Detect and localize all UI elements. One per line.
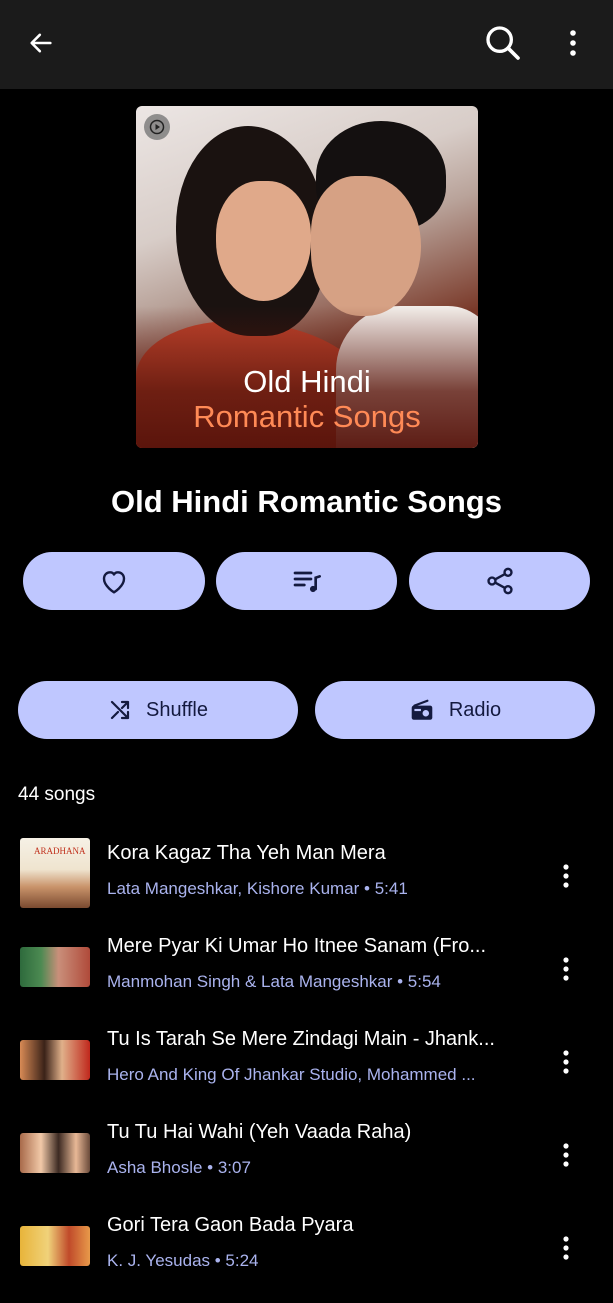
song-subtitle: Lata Mangeshkar, Kishore Kumar • 5:41 [107,879,408,898]
more-vertical-icon[interactable] [551,949,581,989]
song-row[interactable]: Gori Tera Gaon Bada Pyara K. J. Yesudas … [0,1214,613,1294]
song-subtitle: Manmohan Singh & Lata Mangeshkar • 5:54 [107,972,441,991]
radio-button[interactable]: Radio [315,681,595,739]
more-vertical-icon[interactable] [551,1042,581,1082]
song-title: Mere Pyar Ki Umar Ho Itnee Sanam (Fro... [107,935,487,957]
thumb-logo: ARADHANA [34,846,86,856]
radio-icon [411,699,433,720]
cover-art-decoration [311,176,421,316]
song-row[interactable]: Mere Pyar Ki Umar Ho Itnee Sanam (Fro...… [0,935,613,1015]
arrow-left-icon[interactable] [20,22,62,64]
more-vertical-icon[interactable] [551,1228,581,1268]
playlist-cover-art: Old Hindi Romantic Songs [136,106,478,448]
like-button[interactable] [23,552,205,610]
song-title: Tu Is Tarah Se Mere Zindagi Main - Jhank… [107,1028,495,1050]
more-vertical-icon[interactable] [551,1135,581,1175]
song-thumbnail [20,947,90,987]
song-thumbnail [20,1040,90,1080]
song-thumbnail [20,1133,90,1173]
song-row[interactable]: ARADHANA Kora Kagaz Tha Yeh Man Mera Lat… [0,838,613,922]
song-thumbnail [20,1226,90,1266]
share-button[interactable] [409,552,590,610]
song-title: Gori Tera Gaon Bada Pyara [107,1214,354,1236]
add-to-queue-button[interactable] [216,552,397,610]
playlist-title: Old Hindi Romantic Songs [111,484,502,519]
shuffle-icon [110,700,130,720]
shuffle-button[interactable]: Shuffle [18,681,298,739]
song-subtitle: Asha Bhosle • 3:07 [107,1158,251,1177]
song-subtitle: K. J. Yesudas • 5:24 [107,1251,259,1270]
more-vertical-icon[interactable] [551,856,581,896]
cover-title-line1: Old Hindi [243,364,371,399]
song-row[interactable]: Tu Is Tarah Se Mere Zindagi Main - Jhank… [0,1028,613,1108]
share-icon [486,567,513,595]
cover-title-line2: Romantic Songs [193,399,421,434]
song-thumbnail: ARADHANA [20,838,90,908]
top-app-bar [0,0,613,89]
heart-icon [102,571,126,594]
search-icon[interactable] [478,18,528,68]
song-count: 44 songs [18,784,96,805]
playlist-music-icon [293,571,321,593]
radio-label: Radio [448,698,502,721]
cover-art-decoration [216,181,311,301]
song-row[interactable]: Tu Tu Hai Wahi (Yeh Vaada Raha) Asha Bho… [0,1121,613,1201]
more-vertical-icon[interactable] [556,22,590,64]
shuffle-label: Shuffle [146,698,208,721]
song-subtitle: Hero And King Of Jhankar Studio, Mohamme… [107,1065,476,1084]
song-title: Kora Kagaz Tha Yeh Man Mera [107,842,386,864]
song-title: Tu Tu Hai Wahi (Yeh Vaada Raha) [107,1121,412,1143]
play-badge-icon [144,114,170,140]
